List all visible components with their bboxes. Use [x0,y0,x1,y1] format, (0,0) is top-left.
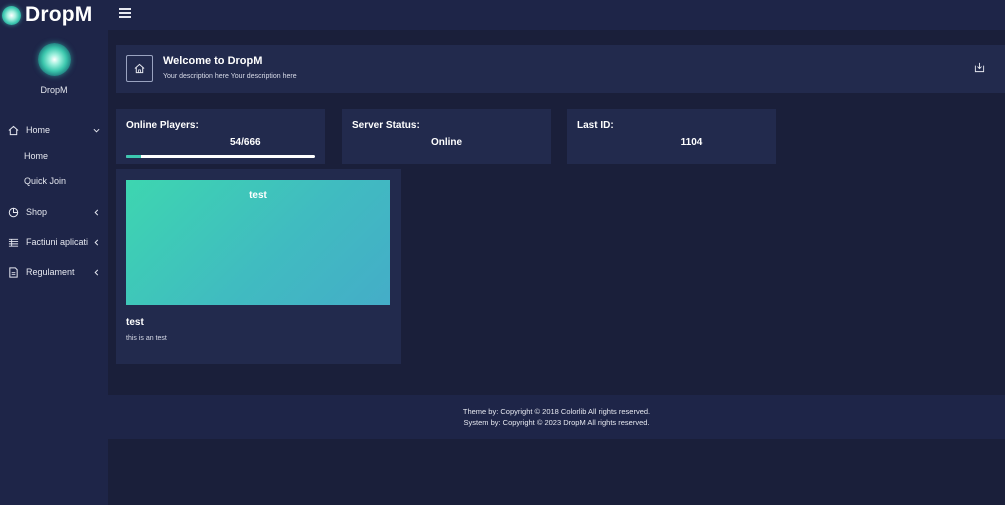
online-players-label: Online Players: [126,120,199,131]
profile-name: DropM [40,85,68,95]
brand-name: DropM [25,3,93,26]
server-status-card: Server Status: Online [342,109,551,164]
brand-logo [2,5,21,25]
top-bar: DropM [0,0,1005,30]
footer: Theme by: Copyright © 2018 Colorlib All … [108,395,1005,439]
chevron-left-icon [94,239,99,245]
sidebar-item-regulament[interactable]: Regulament [0,262,108,282]
chevron-left-icon [94,209,99,215]
home-icon [8,125,19,135]
chevron-down-icon [93,128,100,132]
card-title: test [126,317,144,328]
sidebar: DropM Home Home Quick Join Shop Factiuni… [0,30,108,505]
document-icon [9,266,18,278]
content-card: test test this is an test [116,169,401,364]
card-text: this is an test [126,335,167,342]
server-status-label: Server Status: [352,120,420,131]
sidebar-item-shop[interactable]: Shop [0,202,108,222]
chevron-left-icon [94,269,99,275]
download-icon[interactable] [974,62,985,73]
footer-system-credit: System by: Copyright © 2023 DropM All ri… [463,418,650,427]
pie-chart-icon [8,207,19,217]
players-progress-bar [126,155,315,158]
sidebar-item-label: Shop [26,207,48,217]
sidebar-item-factiuni[interactable]: Factiuni aplicati [0,232,108,252]
page-description: Your description here Your description h… [163,73,297,80]
brand[interactable]: DropM [2,2,93,28]
last-id-value: 1104 [680,137,703,148]
card-image[interactable]: test [126,180,390,305]
hamburger-menu-icon[interactable] [119,8,131,18]
page-header: Welcome to DropM Your description here Y… [116,45,1005,93]
online-players-value: 54/666 [230,137,261,148]
players-progress-fill [126,155,142,158]
header-icon-box [126,55,153,82]
sidebar-item-home[interactable]: Home [0,120,108,140]
sidebar-item-label: Regulament [26,267,75,277]
card-image-caption: test [249,190,267,201]
avatar[interactable] [38,43,71,76]
sidebar-subitem-home[interactable]: Home [24,151,48,161]
last-id-label: Last ID: [577,120,614,131]
server-status-value: Online [430,137,463,148]
sidebar-subitem-quick-join[interactable]: Quick Join [24,176,66,186]
online-players-card: Online Players: 54/666 [116,109,325,164]
sidebar-item-label: Home [26,125,51,135]
last-id-card: Last ID: 1104 [567,109,776,164]
footer-theme-credit: Theme by: Copyright © 2018 Colorlib All … [462,407,651,416]
sidebar-item-label: Factiuni aplicati [26,237,89,247]
home-icon [134,63,145,74]
page-title: Welcome to DropM [163,55,263,67]
list-icon [8,238,19,247]
